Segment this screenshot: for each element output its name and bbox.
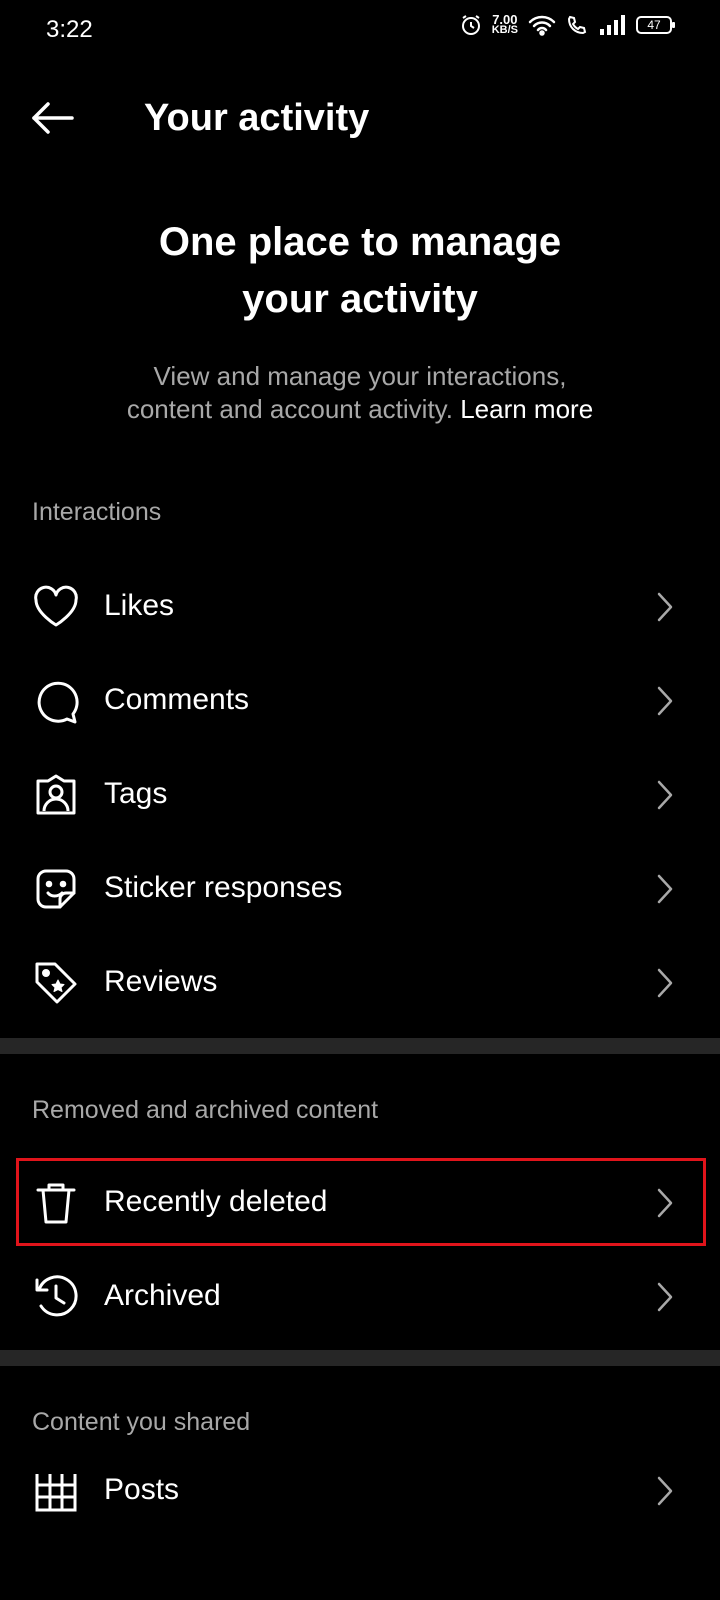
comment-icon: [32, 677, 80, 725]
battery-indicator: 47: [636, 16, 675, 34]
menu-item-sticker-responses[interactable]: Sticker responses: [0, 842, 720, 936]
status-time: 3:22: [46, 16, 93, 43]
menu-item-comments[interactable]: Comments: [0, 654, 720, 748]
section-label-interactions: Interactions: [32, 498, 162, 526]
chevron-right-icon: [657, 1476, 673, 1506]
menu-item-label: Archived: [104, 1279, 221, 1312]
wifi-call-icon: [566, 14, 588, 36]
heart-icon: [32, 583, 80, 631]
chevron-right-icon: [657, 686, 673, 716]
sticker-icon: [32, 865, 80, 913]
highlight-box: [16, 1158, 706, 1246]
back-button[interactable]: [28, 98, 84, 142]
status-icons: 7.00 KB/S 47: [460, 12, 675, 36]
menu-item-label: Posts: [104, 1474, 180, 1506]
grid-icon: [32, 1474, 80, 1514]
signal-icon: [598, 14, 626, 36]
page-title: Your activity: [144, 97, 370, 139]
hero-description: View and manage your interactions, conte…: [126, 361, 594, 424]
menu-item-posts[interactable]: Posts: [0, 1474, 720, 1514]
menu-item-likes[interactable]: Likes: [0, 560, 720, 654]
arrow-left-icon: [28, 100, 76, 141]
status-bar: 3:22 7.00 KB/S 47: [0, 0, 720, 64]
network-speed: 7.00 KB/S: [491, 12, 518, 36]
chevron-right-icon: [657, 780, 673, 810]
section-divider: [0, 1038, 720, 1054]
review-tag-icon: [32, 959, 80, 1007]
chevron-right-icon: [657, 592, 673, 622]
hero-title: One place to manage your activity: [158, 220, 562, 321]
menu-item-archived[interactable]: Archived: [0, 1250, 720, 1344]
top-bar: Your activity: [0, 80, 720, 160]
chevron-right-icon: [657, 1282, 673, 1312]
menu-item-reviews[interactable]: Reviews: [0, 936, 720, 1030]
menu-item-label: Likes: [104, 589, 175, 622]
section-label-shared: Content you shared: [32, 1408, 251, 1436]
alarm-icon: [460, 14, 482, 36]
learn-more-link[interactable]: Learn more: [460, 394, 593, 424]
chevron-right-icon: [657, 874, 673, 904]
wifi-icon: [528, 14, 556, 36]
section-divider: [0, 1350, 720, 1366]
archive-clock-icon: [32, 1273, 80, 1321]
menu-item-tags[interactable]: Tags: [0, 748, 720, 842]
menu-item-label: Tags: [104, 777, 168, 810]
chevron-right-icon: [657, 968, 673, 998]
tag-person-icon: [32, 771, 80, 819]
menu-item-label: Sticker responses: [104, 871, 343, 904]
menu-item-label: Comments: [104, 683, 250, 716]
menu-item-label: Reviews: [104, 965, 218, 998]
section-label-removed: Removed and archived content: [32, 1096, 379, 1124]
